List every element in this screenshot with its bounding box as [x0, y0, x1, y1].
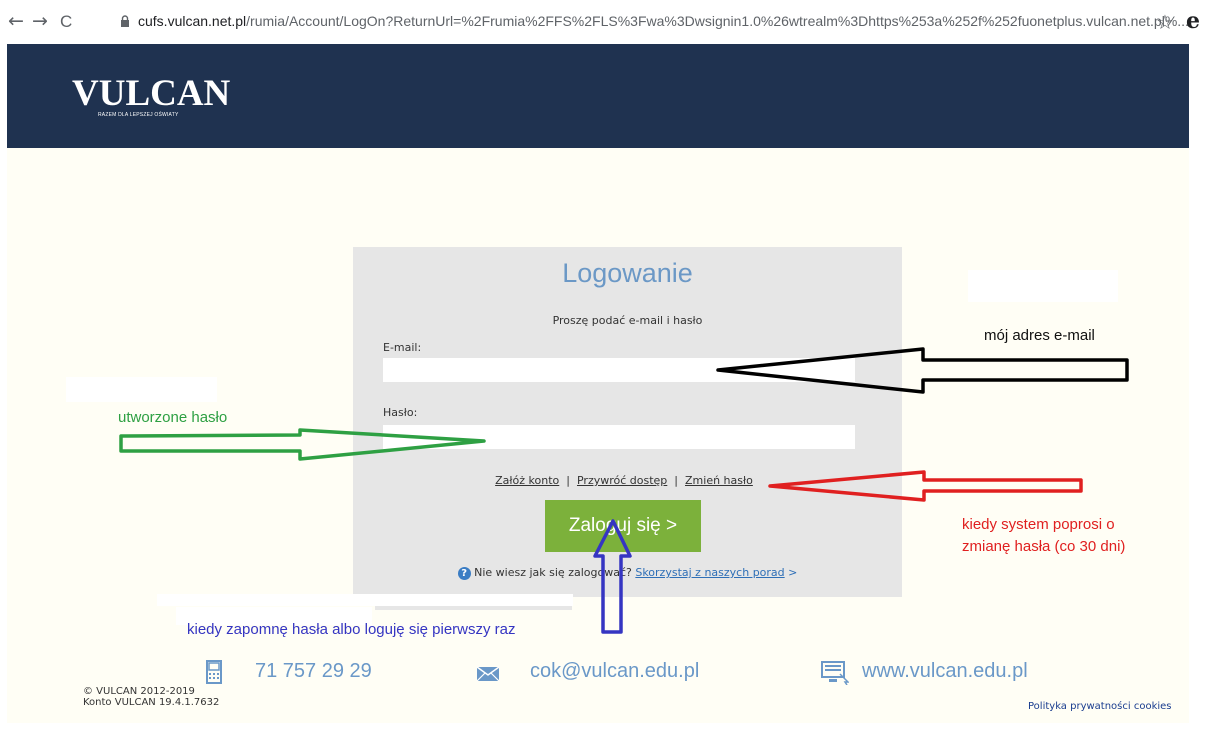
computer-icon [821, 661, 849, 685]
blank-patch [66, 377, 217, 402]
change-password-annotation: kiedy system poprosi o zmianę hasła (co … [962, 514, 1125, 558]
password-annotation: utworzone hasło [118, 409, 228, 426]
account-links: Załóż konto | Przywróć dostęp | Zmień ha… [353, 474, 875, 487]
phone-icon [206, 660, 222, 684]
email-label: E-mail: [383, 341, 422, 354]
blank-patch [968, 270, 1118, 302]
blank-patch [157, 594, 573, 606]
forward-button[interactable]: → [32, 10, 48, 32]
address-bar[interactable]: cufs.vulcan.net.pl/rumia/Account/LogOn?R… [138, 13, 1189, 29]
link-separator: | [674, 474, 679, 487]
help-arrow: > [788, 566, 798, 579]
version-line: Konto VULCAN 19.4.1.7632 [83, 697, 220, 708]
footer-email[interactable]: cok@vulcan.edu.pl [530, 660, 699, 683]
copyright-line: © VULCAN 2012-2019 [83, 686, 195, 697]
email-field[interactable] [383, 358, 855, 382]
vulcan-logo[interactable]: VULCAN [72, 74, 230, 114]
restore-access-link[interactable]: Przywróć dostęp [577, 474, 667, 487]
browser-extension-icon[interactable]: e [1186, 8, 1200, 34]
link-separator: | [566, 474, 570, 487]
email-annotation: mój adres e-mail [984, 327, 1095, 344]
help-link[interactable]: Skorzystaj z naszych porad [635, 566, 784, 579]
login-button[interactable]: Zaloguj się > [545, 500, 701, 552]
login-title: Logowanie [562, 258, 693, 288]
footer-phone: 71 757 29 29 [255, 660, 372, 682]
change-note-line: kiedy system poprosi o [962, 516, 1115, 533]
mail-icon [476, 666, 500, 682]
lock-icon [121, 15, 129, 27]
url-path: /rumia/Account/LogOn?ReturnUrl=%2Frumia%… [246, 13, 1189, 29]
help-text: Nie wiesz jak się zalogować? [474, 566, 632, 579]
reload-button[interactable]: C [60, 11, 72, 33]
login-subtitle: Proszę podać e-mail i hasło [552, 314, 703, 327]
password-label: Hasło: [383, 406, 418, 419]
change-password-link[interactable]: Zmień hasło [685, 474, 753, 487]
question-icon: ? [457, 566, 471, 580]
url-host: cufs.vulcan.net.pl [138, 13, 247, 29]
copyright: © VULCAN 2012-2019 Konto VULCAN 19.4.1.7… [83, 686, 219, 708]
blank-patch [375, 606, 572, 610]
back-button[interactable]: ← [8, 10, 24, 32]
help-row: ? Nie wiesz jak się zalogować? Skorzysta… [353, 566, 902, 580]
create-account-link[interactable]: Załóż konto [495, 474, 559, 487]
footer-website[interactable]: www.vulcan.edu.pl [862, 660, 1028, 683]
bookmark-star-icon[interactable]: ☆ [1156, 10, 1174, 34]
forgot-password-annotation: kiedy zapomnę hasła albo loguję się pier… [187, 621, 516, 638]
privacy-link[interactable]: Polityka prywatności cookies [1028, 701, 1172, 712]
password-field[interactable] [383, 425, 855, 449]
change-note-line: zmianę hasła (co 30 dni) [962, 538, 1126, 555]
logo-tagline: RAZEM DLA LEPSZEJ OŚWIATY [98, 112, 179, 118]
